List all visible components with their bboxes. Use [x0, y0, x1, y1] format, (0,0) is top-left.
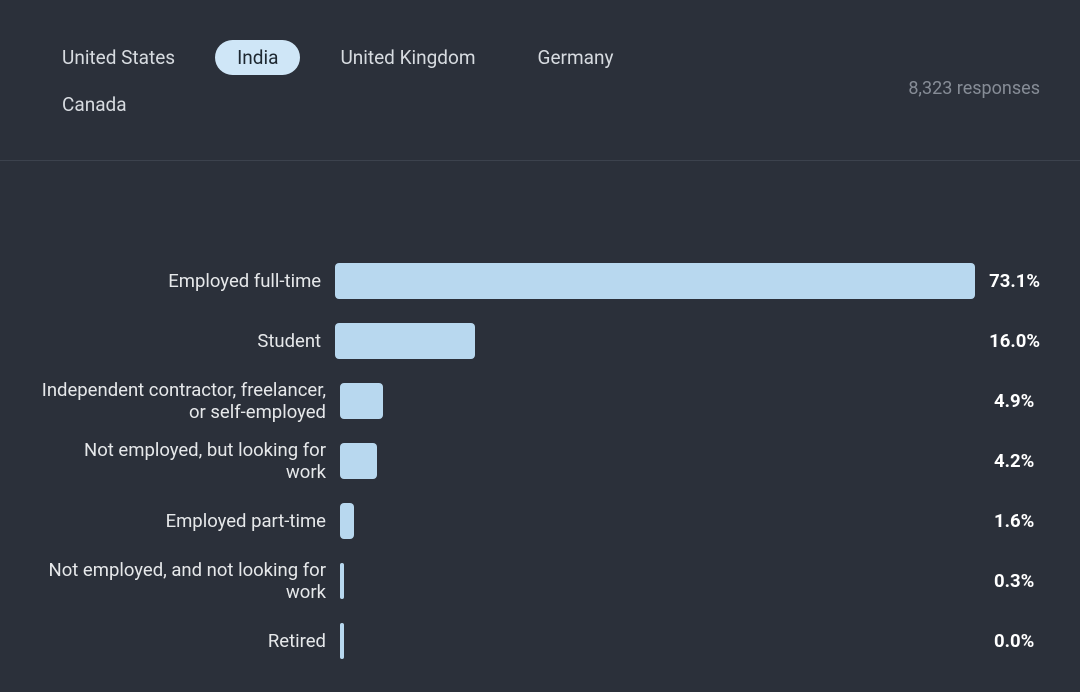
country-tabs: United States India United Kingdom Germa…	[40, 40, 740, 122]
bar-label: Retired	[40, 630, 340, 652]
bar-value: 73.1%	[989, 270, 1040, 292]
bar-value: 0.3%	[994, 570, 1034, 592]
bar-label: Employed part-time	[40, 510, 340, 532]
tab-india[interactable]: India	[215, 40, 300, 75]
header: United States India United Kingdom Germa…	[0, 0, 1080, 122]
bar-row: Student 16.0%	[40, 311, 1040, 371]
bar-value: 0.0%	[994, 630, 1034, 652]
bar-row: Not employed, and not looking for work 0…	[40, 551, 1040, 611]
bar-chart: Employed full-time 73.1% Student 16.0% I…	[0, 161, 1080, 671]
bar-value: 4.2%	[994, 450, 1034, 472]
bar-fill	[340, 503, 354, 539]
tab-germany[interactable]: Germany	[516, 40, 636, 75]
bar-value: 4.9%	[994, 390, 1034, 412]
bar-fill	[335, 323, 475, 359]
bar-row: Independent contractor, freelancer, or s…	[40, 371, 1040, 431]
tab-canada[interactable]: Canada	[40, 87, 149, 122]
bar-fill	[340, 563, 344, 599]
tab-united-states[interactable]: United States	[40, 40, 197, 75]
bar-label: Employed full-time	[40, 270, 335, 292]
tab-united-kingdom[interactable]: United Kingdom	[318, 40, 497, 75]
bar-fill	[340, 623, 344, 659]
bar-row: Employed full-time 73.1%	[40, 251, 1040, 311]
bar-value: 16.0%	[989, 330, 1040, 352]
bar-row: Retired 0.0%	[40, 611, 1040, 671]
bar-row: Not employed, but looking for work 4.2%	[40, 431, 1040, 491]
bar-row: Employed part-time 1.6%	[40, 491, 1040, 551]
bar-fill	[340, 383, 383, 419]
bar-label: Not employed, and not looking for work	[40, 559, 340, 603]
bar-value: 1.6%	[994, 510, 1034, 532]
bar-label: Independent contractor, freelancer, or s…	[40, 379, 340, 423]
response-count: 8,323 responses	[908, 78, 1040, 99]
bar-label: Not employed, but looking for work	[40, 439, 340, 483]
bar-label: Student	[40, 330, 335, 352]
bar-fill	[340, 443, 377, 479]
bar-fill	[335, 263, 975, 299]
